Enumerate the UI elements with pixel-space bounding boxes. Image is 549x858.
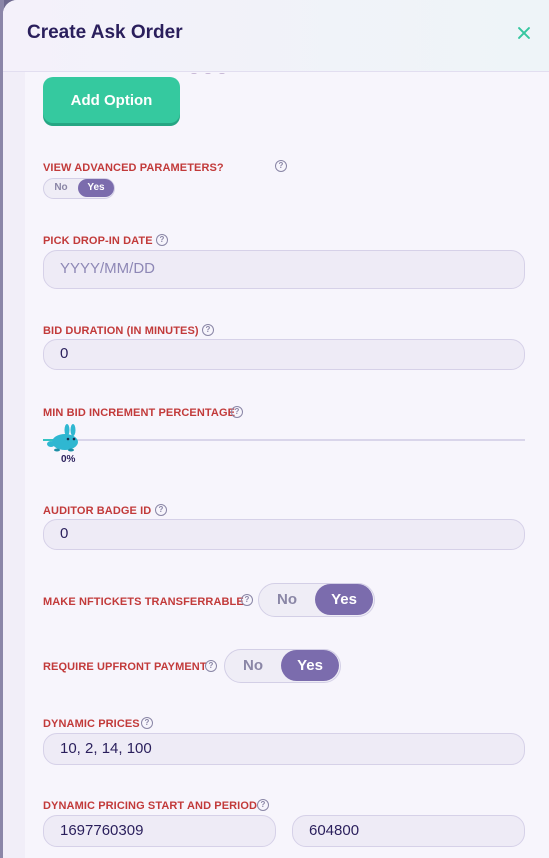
transferrable-toggle[interactable]: No Yes	[258, 583, 375, 617]
drop-in-date-input[interactable]: YYYY/MM/DD	[43, 250, 525, 289]
help-icon[interactable]: ?	[155, 504, 167, 516]
toggle-option-yes[interactable]: Yes	[281, 650, 339, 681]
advanced-parameters-toggle[interactable]: No Yes	[43, 178, 115, 199]
help-icon[interactable]: ?	[231, 406, 243, 418]
modal-body: Add Option VIEW ADVANCED PARAMETERS? ? N…	[3, 72, 549, 858]
add-option-button[interactable]: Add Option	[43, 77, 180, 123]
bid-duration-input[interactable]: 0	[43, 339, 525, 370]
close-icon[interactable]	[515, 24, 533, 42]
toggle-option-yes[interactable]: Yes	[78, 179, 114, 197]
modal-title: Create Ask Order	[27, 22, 183, 43]
bid-duration-label: BID DURATION (IN MINUTES)	[43, 325, 199, 337]
dynamic-pricing-period-input[interactable]: 604800	[292, 815, 525, 847]
help-icon[interactable]: ?	[156, 234, 168, 246]
help-icon[interactable]: ?	[241, 594, 253, 606]
auditor-badge-input[interactable]: 0	[43, 519, 525, 550]
help-icon[interactable]: ?	[202, 324, 214, 336]
dynamic-prices-input[interactable]: 10, 2, 14, 100	[43, 733, 525, 765]
toggle-option-no[interactable]: No	[225, 650, 281, 681]
left-strip	[3, 72, 25, 858]
modal-header: Create Ask Order	[3, 0, 549, 72]
toggle-option-yes[interactable]: Yes	[315, 584, 373, 615]
toggle-option-no[interactable]: No	[259, 584, 315, 615]
auditor-badge-label: AUDITOR BADGE ID	[43, 505, 152, 517]
min-bid-increment-value: 0%	[61, 454, 76, 465]
dynamic-pricing-start-input[interactable]: 1697760309	[43, 815, 276, 847]
dynamic-prices-label: DYNAMIC PRICES	[43, 718, 140, 730]
help-icon[interactable]: ?	[205, 660, 217, 672]
clipped-text-remnant	[191, 64, 271, 74]
create-ask-order-modal: Create Ask Order Add Option VIEW ADVANCE…	[3, 0, 549, 858]
toggle-option-no[interactable]: No	[44, 179, 78, 197]
upfront-payment-toggle[interactable]: No Yes	[224, 649, 341, 683]
advanced-parameters-label: VIEW ADVANCED PARAMETERS?	[43, 162, 224, 174]
help-icon[interactable]: ?	[275, 160, 287, 172]
min-bid-increment-slider-track[interactable]	[43, 439, 525, 441]
slider-thumb-bunny-icon[interactable]	[45, 424, 81, 454]
transferrable-label: MAKE NFTICKETS TRANSFERRABLE	[43, 596, 244, 608]
drop-in-date-label: PICK DROP-IN DATE	[43, 235, 153, 247]
help-icon[interactable]: ?	[141, 717, 153, 729]
help-icon[interactable]: ?	[257, 799, 269, 811]
dynamic-pricing-period-label: DYNAMIC PRICING START AND PERIOD	[43, 800, 258, 812]
upfront-payment-label: REQUIRE UPFRONT PAYMENT	[43, 661, 207, 673]
min-bid-increment-label: MIN BID INCREMENT PERCENTAGE	[43, 407, 236, 419]
